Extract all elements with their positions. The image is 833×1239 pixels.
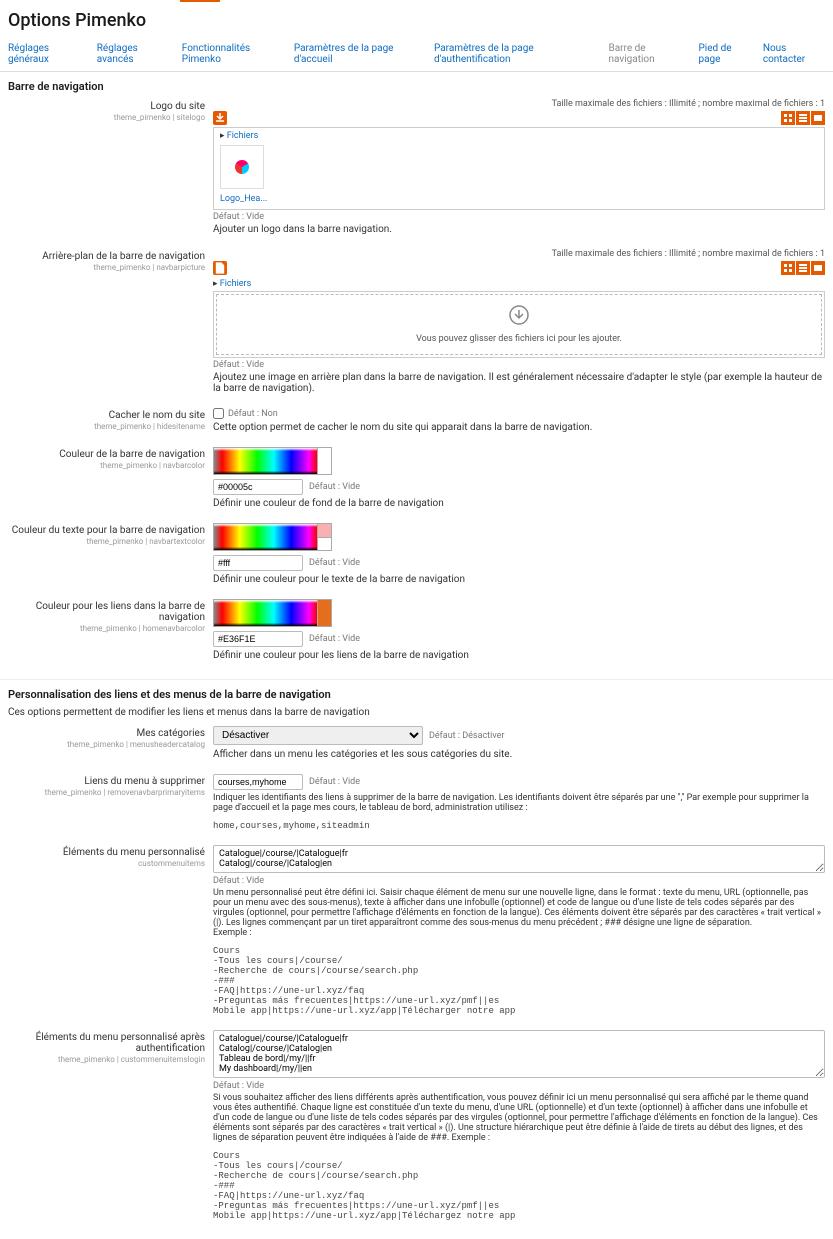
tab-contact[interactable]: Nous contacter (763, 37, 825, 71)
navbartext-picker[interactable] (213, 523, 318, 551)
navbarlink-picker[interactable] (213, 599, 318, 627)
navbartext-help: Définir une couleur pour le texte de la … (213, 574, 825, 585)
files-folder-link[interactable]: Fichiers (220, 131, 818, 141)
navbg-dropzone[interactable]: Vous pouvez glisser des fichiers ici pou… (213, 291, 825, 358)
navbarlink-input[interactable] (213, 631, 303, 647)
logo-thumb[interactable] (220, 145, 264, 189)
tab-auth[interactable]: Paramètres de la page d'authentification (434, 37, 597, 71)
navbarcolor-picker[interactable] (213, 447, 318, 475)
custommenu-label: Éléments du menu personnalisé (8, 847, 205, 858)
navbg-label: Arrière-plan de la barre de navigation (8, 251, 205, 262)
navbarcolor-sub: theme_pimenko | navbarcolor (8, 461, 205, 470)
hidesitename-checkbox[interactable] (213, 408, 224, 419)
mycat-sub: theme_pimenko | menusheadercatalog (8, 740, 205, 749)
removebar-label: Liens du menu à supprimer (8, 776, 205, 787)
custommenu-help: Un menu personnalisé peut être défini ic… (213, 888, 825, 938)
custommenu-default: Défaut : Vide (213, 876, 825, 886)
view-grid-icon[interactable] (781, 261, 795, 275)
custommenu-textarea[interactable]: Catalogue|/course/|Catalogue|fr Catalog|… (213, 845, 825, 873)
removebar-sub: theme_pimenko | removenavbarprimaryitems (8, 788, 205, 797)
navbartext-swatch-2 (318, 537, 332, 551)
custommenu-sub: custommenuitems (8, 859, 205, 868)
navbarcolor-label: Couleur de la barre de navigation (8, 449, 205, 460)
logo-file-limit: Taille maximale des fichiers : Illimité … (213, 99, 825, 109)
hidesitename-sub: theme_pimenko | hidesitename (8, 422, 205, 431)
navbartext-sub: theme_pimenko | navbartextcolor (8, 537, 205, 546)
navbartext-swatch-1 (318, 523, 332, 537)
logo-help: Ajouter un logo dans la barre navigation… (213, 224, 825, 235)
logo-default: Défaut : Vide (213, 212, 825, 222)
navbarlink-sub: theme_pimenko | homenavbarcolor (8, 624, 205, 633)
logo-sub: theme_pimenko | sitelogo (8, 113, 205, 122)
navbarcolor-default: Défaut : Vide (309, 482, 360, 492)
navbg-drop-text: Vous pouvez glisser des fichiers ici pou… (227, 334, 811, 344)
tabs: Réglages généraux Réglages avancés Fonct… (0, 37, 833, 72)
custommenulogin-example: Cours -Tous les cours|/course/ -Recherch… (213, 1151, 825, 1221)
tab-general[interactable]: Réglages généraux (8, 37, 85, 71)
add-file-icon[interactable] (213, 261, 227, 275)
removebar-default: Défaut : Vide (309, 777, 360, 787)
mycat-default: Défaut : Désactiver (429, 731, 504, 741)
view-tree-icon[interactable] (811, 261, 825, 275)
navbarlink-swatch (318, 599, 332, 627)
hidesitename-help: Cette option permet de cacher le nom du … (213, 422, 825, 433)
view-grid-icon[interactable] (781, 111, 795, 125)
tab-navbar[interactable]: Barre de navigation (609, 37, 687, 71)
page-title: Options Pimenko (0, 2, 833, 37)
mycat-select[interactable]: Désactiver (213, 726, 423, 745)
navbartext-default: Défaut : Vide (309, 558, 360, 568)
hidesitename-default: Défaut : Non (228, 409, 278, 419)
view-list-icon[interactable] (796, 261, 810, 275)
navbarcolor-input[interactable] (213, 479, 303, 495)
logo-label: Logo du site (8, 101, 205, 112)
section-navbar-title: Barre de navigation (8, 80, 825, 93)
removebar-help: Indiquer les identifiants des liens à su… (213, 793, 825, 813)
removebar-input[interactable] (213, 774, 303, 790)
navbg-help: Ajoutez une image en arrière plan dans l… (213, 372, 825, 394)
navbartext-input[interactable] (213, 555, 303, 571)
mycat-label: Mes catégories (8, 728, 205, 739)
custommenulogin-textarea[interactable]: Catalogue|/course/|Catalogue|fr Catalog|… (213, 1030, 825, 1078)
hidesitename-label: Cacher le nom du site (8, 410, 205, 421)
navbarlink-help: Définir une couleur pour les liens de la… (213, 650, 825, 661)
custommenulogin-sub: theme_pimenko | custommenuitemslogin (8, 1055, 205, 1064)
custommenu-example: Cours -Tous les cours|/course/ -Recherch… (213, 946, 825, 1016)
download-arrow-icon (227, 305, 811, 330)
download-icon[interactable] (213, 111, 227, 125)
tab-footer[interactable]: Pied de page (698, 37, 750, 71)
navbarcolor-help: Définir une couleur de fond de la barre … (213, 498, 825, 509)
tab-advanced[interactable]: Réglages avancés (97, 37, 170, 71)
mycat-help: Afficher dans un menu les catégories et … (213, 749, 825, 760)
custommenulogin-label: Éléments du menu personnalisé après auth… (8, 1032, 205, 1054)
navbg-default: Défaut : Vide (213, 360, 825, 370)
navbg-folder-link[interactable]: Fichiers (213, 277, 825, 291)
removebar-example: home,courses,myhome,siteadmin (213, 821, 825, 831)
navbarlink-default: Défaut : Vide (309, 634, 360, 644)
section-links-title: Personnalisation des liens et des menus … (8, 688, 825, 701)
tab-features[interactable]: Fonctionnalités Pimenko (182, 37, 282, 71)
logo-file-area[interactable]: Fichiers Logo_Hea... (213, 127, 825, 210)
navbarlink-label: Couleur pour les liens dans la barre de … (8, 601, 205, 623)
view-list-icon[interactable] (796, 111, 810, 125)
section-links-desc: Ces options permettent de modifier les l… (8, 707, 825, 718)
custommenulogin-help: Si vous souhaitez afficher des liens dif… (213, 1093, 825, 1143)
logo-filename[interactable]: Logo_Hea... (220, 194, 818, 204)
view-tree-icon[interactable] (811, 111, 825, 125)
tab-homepage[interactable]: Paramètres de la page d'accueil (294, 37, 422, 71)
navbg-file-limit: Taille maximale des fichiers : Illimité … (213, 249, 825, 259)
navbg-sub: theme_pimenko | navbarpicture (8, 263, 205, 272)
navbarcolor-swatch (318, 447, 332, 475)
custommenulogin-default: Défaut : Vide (213, 1081, 825, 1091)
navbartext-label: Couleur du texte pour la barre de naviga… (8, 525, 205, 536)
